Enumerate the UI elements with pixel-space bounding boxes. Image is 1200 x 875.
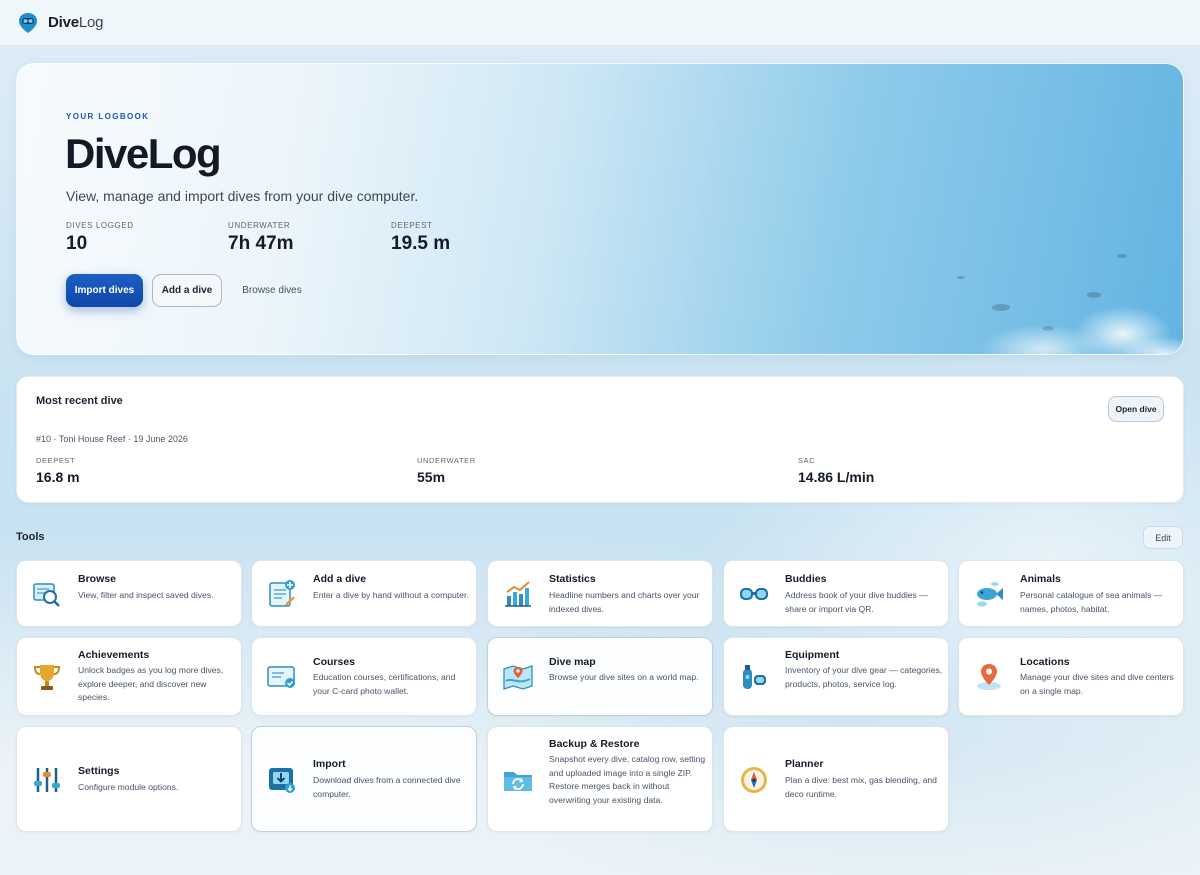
stat-value: 14.86 L/min	[798, 469, 875, 485]
tool-card-statistics[interactable]: Statistics Headline numbers and charts o…	[487, 560, 713, 627]
stat-value: 19.5 m	[391, 233, 451, 254]
hero-banner: YOUR LOGBOOK DiveLog View, manage and im…	[16, 63, 1184, 355]
tool-card-desc: Configure module options.	[78, 782, 179, 792]
brand-light: Log	[78, 14, 104, 31]
tool-card-desc: Unlock badges as you log more dives, exp…	[78, 665, 224, 702]
import-dives-button[interactable]: Import dives	[66, 274, 143, 307]
statistics-icon	[505, 581, 531, 607]
tool-card-title: Settings	[78, 765, 120, 777]
tool-card-buddies[interactable]: Buddies Address book of your dive buddie…	[723, 560, 949, 627]
tool-card-title: Add a dive	[313, 573, 367, 585]
tool-card-title: Dive map	[549, 656, 596, 668]
browse-icon	[33, 583, 60, 607]
tool-card-desc: Inventory of your dive gear — categories…	[785, 665, 943, 689]
backup-folder-icon	[504, 772, 532, 791]
tool-card-planner[interactable]: Planner Plan a dive: best mix, gas blend…	[723, 726, 949, 832]
tool-card-desc: Headline numbers and charts over your in…	[549, 590, 700, 614]
certificate-icon	[267, 666, 295, 688]
edit-tools-button[interactable]: Edit	[1143, 526, 1183, 549]
tool-card-desc: Manage your dive sites and dive centers …	[1020, 672, 1174, 696]
tool-card-locations[interactable]: Locations Manage your dive sites and div…	[958, 637, 1184, 716]
stat-label: DEEPEST	[391, 221, 433, 230]
tool-card-desc: Browse your dive sites on a world map.	[549, 672, 699, 682]
add-dive-button[interactable]: Add a dive	[152, 274, 222, 307]
app-brand[interactable]: DiveLog	[48, 14, 104, 31]
recent-dive-meta: #10 · Toni House Reef · 19 June 2026	[36, 434, 188, 444]
tool-card-settings[interactable]: Settings Configure module options.	[16, 726, 242, 832]
tool-card-title: Import	[313, 758, 346, 770]
stat-value: 7h 47m	[228, 233, 294, 254]
recent-stat-sac: SAC 14.86 L/min	[798, 456, 874, 485]
coral-reef-decoration	[933, 274, 1183, 354]
recent-stat-deepest: DEEPEST 16.8 m	[36, 456, 80, 485]
stat-value: 16.8 m	[36, 469, 80, 485]
tool-card-desc: Personal catalogue of sea animals — name…	[1020, 590, 1163, 614]
tool-card-title: Statistics	[549, 573, 596, 585]
hero-eyebrow: YOUR LOGBOOK	[66, 112, 150, 121]
stat-dives-logged: DIVES LOGGED 10	[66, 221, 134, 255]
tool-card-dive-map[interactable]: Dive map Browse your dive sites on a wor…	[487, 637, 713, 716]
stat-label: UNDERWATER	[417, 456, 476, 465]
map-icon	[503, 665, 533, 690]
page-title: DiveLog	[65, 130, 222, 177]
tool-card-title: Buddies	[785, 573, 827, 585]
recent-dive-title: Most recent dive	[36, 395, 123, 407]
equipment-icon	[743, 665, 766, 689]
stat-label: UNDERWATER	[228, 221, 291, 230]
hero-subtitle: View, manage and import dives from your …	[66, 188, 419, 204]
tool-card-desc: Education courses, certifications, and y…	[313, 672, 456, 696]
tool-card-desc: Snapshot every dive, catalog row, settin…	[549, 754, 706, 805]
location-pin-icon	[977, 664, 1001, 690]
stat-label: DIVES LOGGED	[66, 221, 134, 230]
compass-icon	[741, 767, 767, 793]
tool-card-courses[interactable]: Courses Education courses, certification…	[251, 637, 477, 716]
tool-card-import[interactable]: Import Download dives from a connected d…	[251, 726, 477, 832]
animals-icon	[977, 582, 1003, 607]
stat-value: 10	[66, 233, 88, 254]
tool-card-desc: Address book of your dive buddies — shar…	[785, 590, 928, 614]
tool-card-desc: Enter a dive by hand without a computer.	[313, 590, 469, 600]
most-recent-dive-card: Most recent dive Open dive #10 · Toni Ho…	[16, 376, 1184, 503]
trophy-icon	[33, 665, 61, 690]
add-dive-icon	[269, 580, 295, 607]
tool-card-backup-restore[interactable]: Backup & Restore Snapshot every dive, ca…	[487, 726, 713, 832]
buddies-icon	[740, 588, 768, 600]
tool-card-animals[interactable]: Animals Personal catalogue of sea animal…	[958, 560, 1184, 627]
stat-label: SAC	[798, 456, 816, 465]
tool-card-equipment[interactable]: Equipment Inventory of your dive gear — …	[723, 637, 949, 716]
tool-card-desc: Download dives from a connected dive com…	[313, 775, 461, 799]
open-dive-button[interactable]: Open dive	[1108, 396, 1164, 422]
tool-card-add-dive[interactable]: Add a dive Enter a dive by hand without …	[251, 560, 477, 627]
brand-bold: Dive	[48, 14, 79, 31]
divelog-logo-icon	[19, 12, 37, 33]
browse-dives-link[interactable]: Browse dives	[242, 274, 302, 307]
tool-card-desc: Plan a dive: best mix, gas blending, and…	[785, 775, 937, 799]
tool-card-title: Locations	[1020, 656, 1070, 668]
tools-heading: Tools	[16, 531, 45, 543]
stat-value: 55m	[417, 469, 446, 485]
tool-card-title: Courses	[313, 656, 356, 668]
tool-card-desc: View, filter and inspect saved dives.	[78, 590, 214, 600]
tool-card-title: Equipment	[785, 649, 840, 661]
stat-deepest: DEEPEST 19.5 m	[391, 221, 450, 255]
tool-card-achievements[interactable]: Achievements Unlock badges as you log mo…	[16, 637, 242, 716]
fish-decoration	[1117, 254, 1127, 258]
top-bar: DiveLog	[0, 0, 1200, 46]
tool-card-title: Backup & Restore	[549, 738, 640, 750]
stat-underwater: UNDERWATER 7h 47m	[228, 221, 293, 255]
tool-card-title: Planner	[785, 758, 824, 770]
stat-label: DEEPEST	[36, 456, 76, 465]
tool-card-browse[interactable]: Browse View, filter and inspect saved di…	[16, 560, 242, 627]
recent-stat-underwater: UNDERWATER 55m	[417, 456, 476, 485]
tool-card-title: Animals	[1020, 573, 1061, 585]
tool-card-title: Browse	[78, 573, 116, 585]
tool-card-title: Achievements	[78, 649, 150, 661]
import-icon	[269, 768, 295, 793]
settings-sliders-icon	[34, 768, 60, 792]
